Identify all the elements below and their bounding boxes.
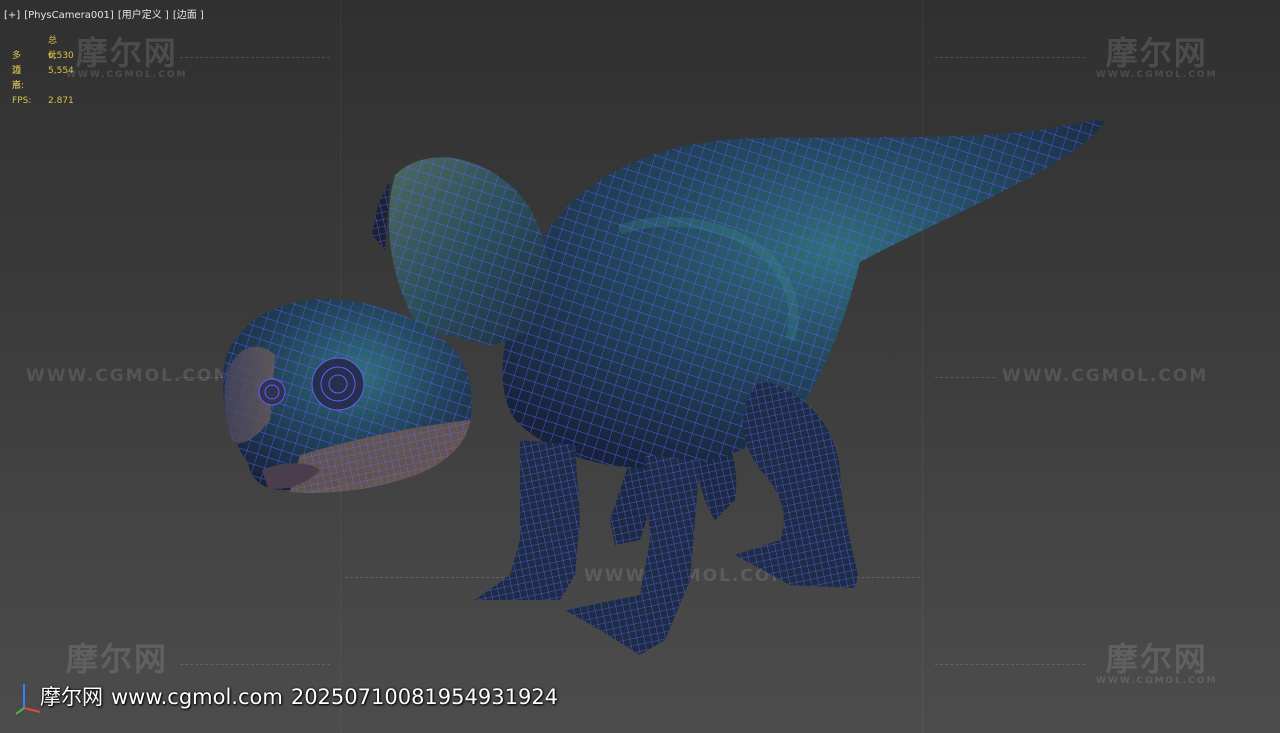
dinosaur-model[interactable] xyxy=(0,0,1280,733)
watermark-stamp: 摩尔网 www.cgmol.com 20250710081954931924 xyxy=(40,681,566,711)
viewport-shading-label[interactable]: [边面 ] xyxy=(173,10,204,21)
stats-polygons-value: 6,530 xyxy=(48,51,74,61)
stats-fps-value: 2.871 xyxy=(48,96,74,106)
stats-vertices-label: 顶点: xyxy=(12,66,25,91)
stamp-site-name: 摩尔网 xyxy=(40,685,103,709)
viewport-menu-plus[interactable]: [+] xyxy=(4,10,20,21)
viewport[interactable]: 摩尔网 WWW.CGMOL.COM 摩尔网 WWW.CGMOL.COM 摩尔网 … xyxy=(0,0,1280,733)
near-front-leg xyxy=(475,440,580,600)
stats-vertices-value: 5,554 xyxy=(48,66,74,76)
stamp-id-number: 20250710081954931924 xyxy=(290,685,559,709)
near-hind-leg xyxy=(735,380,858,588)
viewport-camera-label[interactable]: [PhysCamera001] xyxy=(24,10,114,21)
viewport-view-label[interactable]: [用户定义 ] xyxy=(118,10,169,21)
viewport-label[interactable]: [+] [PhysCamera001] [用户定义 ] [边面 ] xyxy=(4,6,208,21)
stats-fps-label: FPS: xyxy=(12,96,32,106)
stamp-site-url: www.cgmol.com xyxy=(111,685,283,709)
